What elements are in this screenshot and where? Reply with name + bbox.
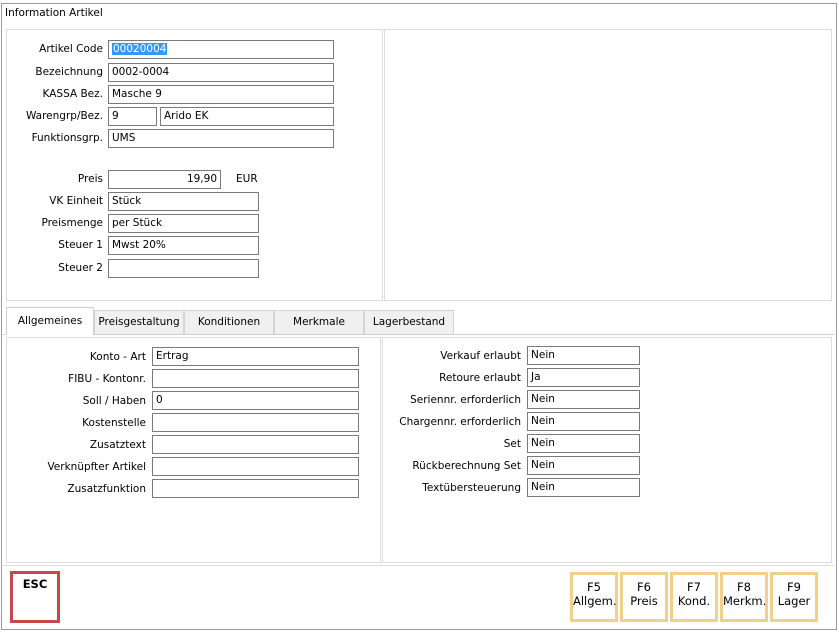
- tab-lagerbestand[interactable]: Lagerbestand: [364, 310, 454, 334]
- preismenge-label: Preismenge: [41, 217, 103, 229]
- f5-key-label: F5: [587, 580, 601, 594]
- verkauf-erlaubt-label: Verkauf erlaubt: [440, 350, 521, 362]
- kassa-bez-field[interactable]: Masche 9: [108, 85, 334, 104]
- f8-action-label: Merkm.: [723, 594, 767, 608]
- chargennr-erforderlich-field[interactable]: Nein: [527, 412, 640, 431]
- verkauf-erlaubt-field[interactable]: Nein: [527, 346, 640, 365]
- currency-label: EUR: [236, 173, 258, 185]
- konto-art-label: Konto - Art: [89, 351, 146, 363]
- zusatzfunktion-field[interactable]: [152, 479, 359, 498]
- steuer-2-label: Steuer 2: [58, 262, 103, 274]
- f7-key-label: F7: [687, 580, 701, 594]
- vk-einheit-field[interactable]: Stück: [108, 192, 259, 211]
- kostenstelle-field[interactable]: [152, 413, 359, 432]
- zusatzfunktion-label: Zusatzfunktion: [67, 483, 146, 495]
- tab-konditionen[interactable]: Konditionen: [184, 310, 274, 334]
- tab-preisgestaltung[interactable]: Preisgestaltung: [94, 310, 184, 334]
- f7-konditionen-button[interactable]: F7 Kond.: [670, 572, 718, 622]
- artikel-code-value: 00020004: [112, 43, 168, 55]
- tab-allgemeines[interactable]: Allgemeines: [6, 307, 94, 335]
- fibu-kontonr-label: FIBU - Kontonr.: [68, 373, 146, 385]
- button-bar-divider: [3, 565, 834, 566]
- textuebersteuerung-label: Textübersteuerung: [422, 482, 521, 494]
- preis-field[interactable]: 19,90: [108, 170, 221, 189]
- chargennr-erforderlich-label: Chargennr. erforderlich: [399, 416, 521, 428]
- window-title: Information Artikel: [5, 7, 103, 19]
- konto-art-field[interactable]: Ertrag: [152, 347, 359, 366]
- vk-einheit-label: VK Einheit: [49, 195, 103, 207]
- zusatztext-label: Zusatztext: [89, 439, 146, 451]
- rueckberechnung-set-label: Rückberechnung Set: [412, 460, 521, 472]
- f9-lager-button[interactable]: F9 Lager: [770, 572, 818, 622]
- verknuepfter-artikel-field[interactable]: [152, 457, 359, 476]
- warengrp-name-field[interactable]: Arido EK: [160, 107, 334, 126]
- tab-merkmale[interactable]: Merkmale: [274, 310, 364, 334]
- soll-haben-field[interactable]: 0: [152, 391, 359, 410]
- f6-key-label: F6: [637, 580, 651, 594]
- tab-bar-line: [3, 334, 834, 335]
- preismenge-field[interactable]: per Stück: [108, 214, 259, 233]
- steuer-1-field[interactable]: Mwst 20%: [108, 236, 259, 255]
- kostenstelle-label: Kostenstelle: [82, 417, 146, 429]
- f5-action-label: Allgem.: [573, 594, 617, 608]
- seriennr-erforderlich-label: Seriennr. erforderlich: [410, 394, 521, 406]
- warengrp-number-field[interactable]: 9: [108, 107, 157, 126]
- f8-merkmale-button[interactable]: F8 Merkm.: [720, 572, 768, 622]
- fibu-kontonr-field[interactable]: [152, 369, 359, 388]
- esc-button-label: ESC: [22, 577, 48, 591]
- verknuepfter-artikel-label: Verknüpfter Artikel: [47, 461, 146, 473]
- f6-preis-button[interactable]: F6 Preis: [620, 572, 668, 622]
- textuebersteuerung-field[interactable]: Nein: [527, 478, 640, 497]
- set-field[interactable]: Nein: [527, 434, 640, 453]
- funktionsgrp-field[interactable]: UMS: [108, 129, 334, 148]
- funktionsgrp-label: Funktionsgrp.: [31, 132, 103, 144]
- f7-action-label: Kond.: [677, 594, 711, 608]
- soll-haben-label: Soll / Haben: [82, 395, 146, 407]
- bezeichnung-label: Bezeichnung: [35, 66, 103, 78]
- rueckberechnung-set-field[interactable]: Nein: [527, 456, 640, 475]
- bezeichnung-field[interactable]: 0002-0004: [108, 63, 334, 82]
- set-label: Set: [503, 438, 521, 450]
- image-panel: [384, 29, 832, 301]
- steuer-2-field[interactable]: [108, 259, 259, 278]
- retoure-erlaubt-label: Retoure erlaubt: [439, 372, 521, 384]
- kassa-bez-label: KASSA Bez.: [42, 88, 103, 100]
- f9-key-label: F9: [787, 580, 801, 594]
- steuer-1-label: Steuer 1: [58, 239, 103, 251]
- warengrp-label: Warengrp/Bez.: [25, 110, 103, 122]
- artikel-code-label: Artikel Code: [39, 43, 103, 55]
- f6-action-label: Preis: [630, 594, 658, 608]
- retoure-erlaubt-field[interactable]: Ja: [527, 368, 640, 387]
- seriennr-erforderlich-field[interactable]: Nein: [527, 390, 640, 409]
- f8-key-label: F8: [737, 580, 751, 594]
- esc-button[interactable]: ESC: [10, 571, 60, 623]
- preis-label: Preis: [77, 173, 103, 185]
- f5-allgemein-button[interactable]: F5 Allgem.: [570, 572, 618, 622]
- artikel-code-field[interactable]: 00020004: [108, 40, 334, 59]
- zusatztext-field[interactable]: [152, 435, 359, 454]
- f9-action-label: Lager: [777, 594, 811, 608]
